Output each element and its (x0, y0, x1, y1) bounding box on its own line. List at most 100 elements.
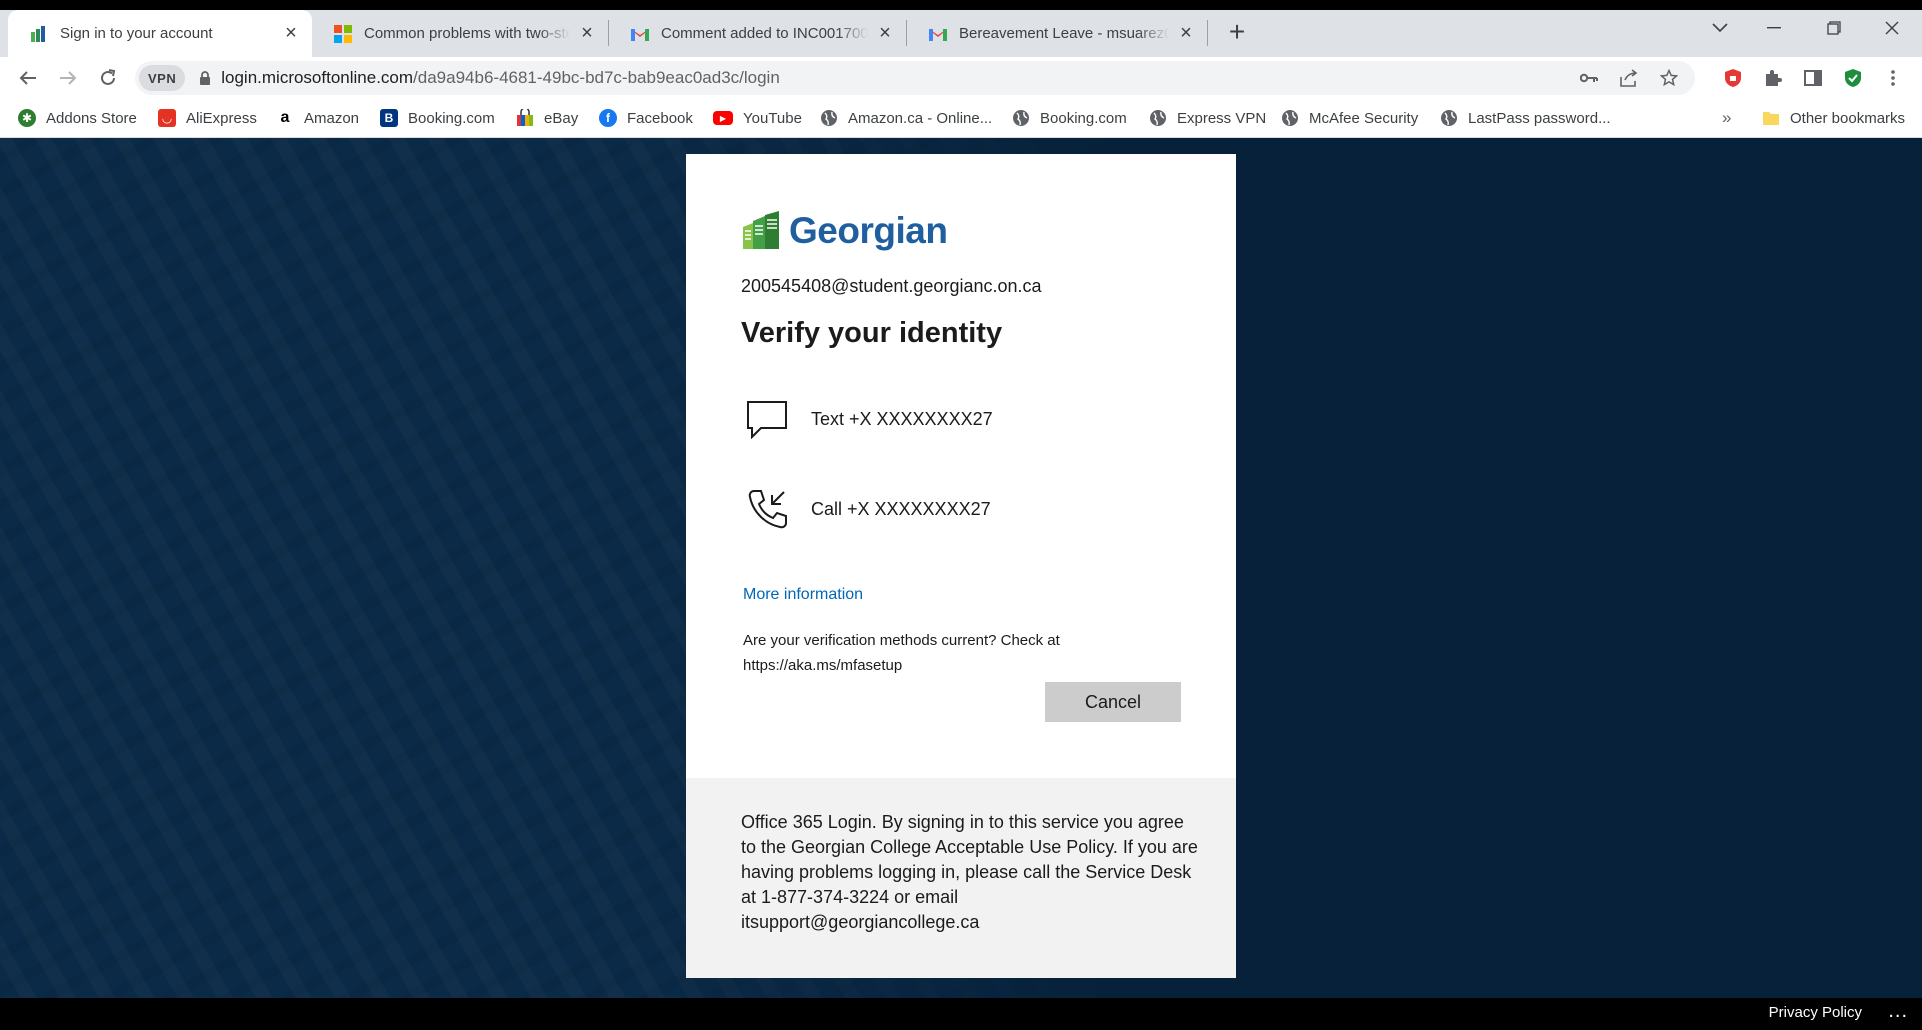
bookmark-aliexpress[interactable]: ◡ AliExpress (158, 99, 257, 137)
bookmark-label: Express VPN (1177, 109, 1267, 127)
bookmarks-overflow-button[interactable]: » (1722, 99, 1731, 137)
star-icon[interactable] (1649, 69, 1689, 87)
bookmark-label: LastPass password... (1468, 109, 1611, 127)
bookmark-youtube[interactable]: ▶ YouTube (713, 99, 802, 137)
url-text[interactable]: login.microsoftonline.com/da9a94b6-4681-… (221, 68, 780, 88)
bookmark-label: Booking.com (408, 109, 495, 127)
close-icon (1885, 21, 1899, 35)
more-menu-icon[interactable] (1876, 61, 1910, 95)
vpn-chip[interactable]: VPN (139, 65, 186, 91)
globe-icon (1149, 109, 1167, 127)
tab-bereavement-leave[interactable]: Bereavement Leave - msuarez09 × (907, 10, 1207, 57)
close-window-button[interactable] (1870, 12, 1914, 44)
tab-title: Sign in to your account (60, 25, 213, 42)
bookmark-mcafee[interactable]: McAfee Security (1281, 99, 1418, 137)
other-bookmarks[interactable]: Other bookmarks (1762, 99, 1905, 137)
reload-button[interactable] (91, 61, 125, 95)
tab-close-icon[interactable]: × (576, 22, 598, 45)
tab-title: Bereavement Leave - msuarez09 (959, 25, 1169, 42)
globe-icon (1281, 109, 1299, 127)
georgian-logo-icon (743, 211, 779, 249)
page-title: Verify your identity (741, 317, 1003, 349)
microsoft-favicon-icon (334, 24, 352, 43)
georgian-wordmark: Georgian (789, 210, 948, 251)
puzzle-icon[interactable] (1756, 61, 1790, 95)
bookmark-facebook[interactable]: f Facebook (599, 99, 693, 137)
bookmark-booking-2[interactable]: Booking.com (1012, 99, 1127, 137)
tab-separator (1207, 20, 1208, 46)
security-extension-icon[interactable] (1836, 61, 1870, 95)
phone-call-icon (741, 483, 793, 535)
page-footer-bar: Privacy Policy ... (0, 998, 1922, 1030)
addons-icon: ✱ (18, 109, 36, 127)
minimize-icon (1767, 27, 1781, 29)
other-bookmarks-label: Other bookmarks (1790, 109, 1906, 127)
georgian-favicon-icon (30, 25, 48, 43)
booking-icon: B (380, 109, 398, 127)
share-icon[interactable] (1609, 69, 1649, 87)
tab-close-icon[interactable]: × (280, 22, 302, 45)
url-host: login.microsoftonline.com (221, 68, 414, 87)
tab-strip: Sign in to your account × Common problem… (0, 0, 1922, 57)
bookmark-label: eBay (544, 109, 579, 127)
bookmark-amazon-ca[interactable]: Amazon.ca - Online... (820, 99, 992, 137)
tab-sign-in[interactable]: Sign in to your account × (8, 10, 312, 57)
verify-option-call[interactable]: Call +X XXXXXXXX27 (741, 476, 1181, 542)
tab-title: Common problems with two-step (364, 25, 570, 42)
reload-icon (101, 69, 116, 85)
back-button[interactable] (11, 61, 45, 95)
side-panel-icon[interactable] (1796, 61, 1830, 95)
folder-icon (1762, 109, 1780, 127)
tab-two-step[interactable]: Common problems with two-step × (312, 10, 608, 57)
bookmark-express-vpn[interactable]: Express VPN (1149, 99, 1266, 137)
address-bar[interactable]: VPN login.microsoftonline.com/da9a94b6-4… (135, 61, 1695, 95)
page-background: Georgian 200545408@student.georgianc.on.… (0, 138, 1922, 1030)
bookmark-label: YouTube (743, 109, 802, 127)
bookmark-label: McAfee Security (1309, 109, 1419, 127)
bookmark-addons-store[interactable]: ✱ Addons Store (18, 99, 137, 137)
tab-close-icon[interactable]: × (1175, 22, 1197, 45)
tab-comment-added[interactable]: Comment added to INC0017001 × (609, 10, 906, 57)
verify-option-label: Text +X XXXXXXXX27 (811, 408, 993, 429)
forward-button[interactable] (51, 61, 85, 95)
window-top-edge (0, 0, 1922, 10)
verification-methods-note: Are your verification methods current? C… (743, 632, 1060, 674)
tab-search-button[interactable] (1698, 12, 1742, 44)
more-options-button[interactable]: ... (1888, 1000, 1908, 1023)
extension-shield-icon[interactable] (1716, 61, 1750, 95)
amazon-icon: a (280, 109, 290, 126)
aliexpress-icon: ◡ (158, 109, 176, 127)
bookmark-lastpass[interactable]: LastPass password... (1440, 99, 1611, 137)
privacy-policy-link[interactable]: Privacy Policy (1769, 1004, 1862, 1021)
globe-icon (1440, 109, 1458, 127)
arrow-right-icon (60, 71, 77, 85)
youtube-icon: ▶ (713, 111, 733, 125)
globe-icon (820, 109, 838, 127)
bookmark-label: Booking.com (1040, 109, 1127, 127)
verify-option-text[interactable]: Text +X XXXXXXXX27 (741, 386, 1181, 452)
bookmark-label: Amazon.ca - Online... (848, 109, 993, 127)
bookmark-ebay[interactable]: eBay (516, 99, 578, 137)
bookmark-booking[interactable]: B Booking.com (380, 99, 495, 137)
more-information-link[interactable]: More information (743, 586, 863, 604)
signin-card: Georgian 200545408@student.georgianc.on.… (686, 154, 1236, 978)
chevron-down-icon (1712, 23, 1728, 33)
gmail-favicon-icon (929, 25, 947, 43)
verify-option-label: Call +X XXXXXXXX27 (811, 498, 991, 519)
bookmark-amazon[interactable]: a Amazon (276, 99, 359, 137)
facebook-icon: f (599, 109, 617, 127)
omnibox-actions (1569, 61, 1689, 95)
new-tab-button[interactable]: + (1222, 16, 1252, 47)
tab-close-icon[interactable]: × (874, 22, 896, 45)
restore-icon (1827, 21, 1841, 35)
lock-icon[interactable] (199, 71, 211, 85)
ebay-icon (516, 109, 534, 127)
bookmark-label: Addons Store (46, 109, 137, 127)
key-icon[interactable] (1569, 73, 1609, 83)
georgian-logo: Georgian (741, 208, 948, 254)
cancel-button[interactable]: Cancel (1045, 682, 1181, 722)
minimize-button[interactable] (1752, 12, 1796, 44)
tab-title: Comment added to INC0017001 (661, 25, 868, 42)
restore-button[interactable] (1812, 12, 1856, 44)
bookmark-label: Amazon (304, 109, 360, 127)
